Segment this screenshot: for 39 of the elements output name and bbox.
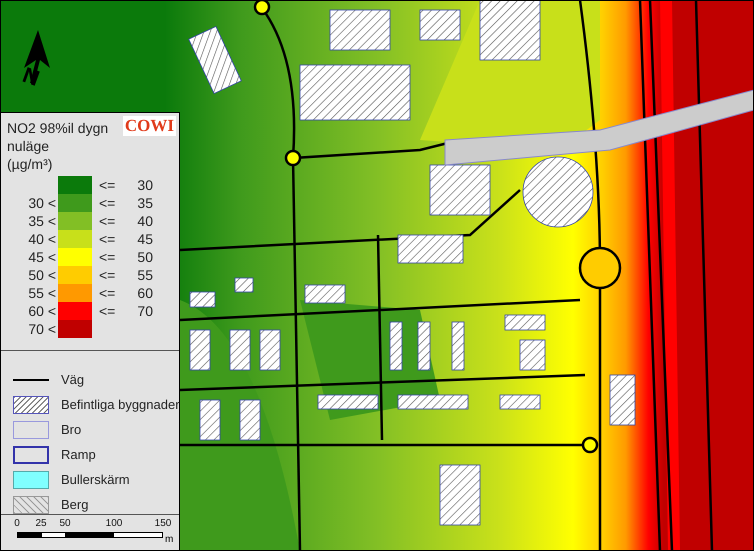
class-upper-operator: <= bbox=[99, 284, 116, 302]
class-upper-label: 70 bbox=[136, 302, 153, 320]
class-upper-operator: <= bbox=[99, 212, 116, 230]
class-lower-label: 55 < bbox=[27, 284, 57, 302]
class-upper-label: 35 bbox=[136, 194, 153, 212]
class-lower-label: 30 < bbox=[27, 194, 57, 212]
scale-label: 50 bbox=[59, 519, 71, 530]
legend-title: (µg/m³) bbox=[7, 155, 52, 173]
logo: COWI bbox=[122, 116, 176, 136]
class-upper-label: 30 bbox=[136, 176, 153, 194]
scale-label: 25 bbox=[35, 519, 47, 530]
legend-label: Bullerskärm bbox=[61, 471, 130, 490]
class-lower-label: 70 < bbox=[27, 320, 57, 338]
legend-label: Bro bbox=[61, 421, 82, 440]
class-upper-label: 60 bbox=[136, 284, 153, 302]
class-upper-label: 55 bbox=[136, 266, 153, 284]
scale-label: 100 bbox=[106, 519, 122, 530]
class-upper-label: 45 bbox=[136, 230, 153, 248]
class-upper-label: 40 bbox=[136, 212, 153, 230]
legend-title: NO2 98%il dygn bbox=[7, 119, 108, 137]
legend-label: Ramp bbox=[61, 446, 96, 464]
class-lower-label: 60 < bbox=[27, 302, 57, 320]
scale-label: 0 bbox=[14, 519, 20, 530]
class-upper-operator: <= bbox=[99, 302, 116, 320]
class-upper-operator: <= bbox=[99, 176, 116, 194]
class-lower-label: 50 < bbox=[27, 266, 57, 284]
class-upper-operator: <= bbox=[99, 194, 116, 212]
class-upper-operator: <= bbox=[99, 248, 116, 266]
class-upper-label: 50 bbox=[136, 248, 153, 266]
class-lower-label: 45 < bbox=[27, 248, 57, 266]
class-lower-label: 40 < bbox=[27, 230, 57, 248]
legend-title: nuläge bbox=[7, 137, 50, 155]
class-upper-operator: <= bbox=[99, 266, 116, 284]
legend-label: Väg bbox=[61, 371, 84, 390]
scale-label: 150 bbox=[154, 519, 172, 530]
scale-unit: m bbox=[165, 535, 174, 546]
legend-label: Berg bbox=[61, 496, 88, 514]
class-upper-operator: <= bbox=[99, 230, 116, 248]
class-lower-label: 35 < bbox=[27, 212, 57, 230]
